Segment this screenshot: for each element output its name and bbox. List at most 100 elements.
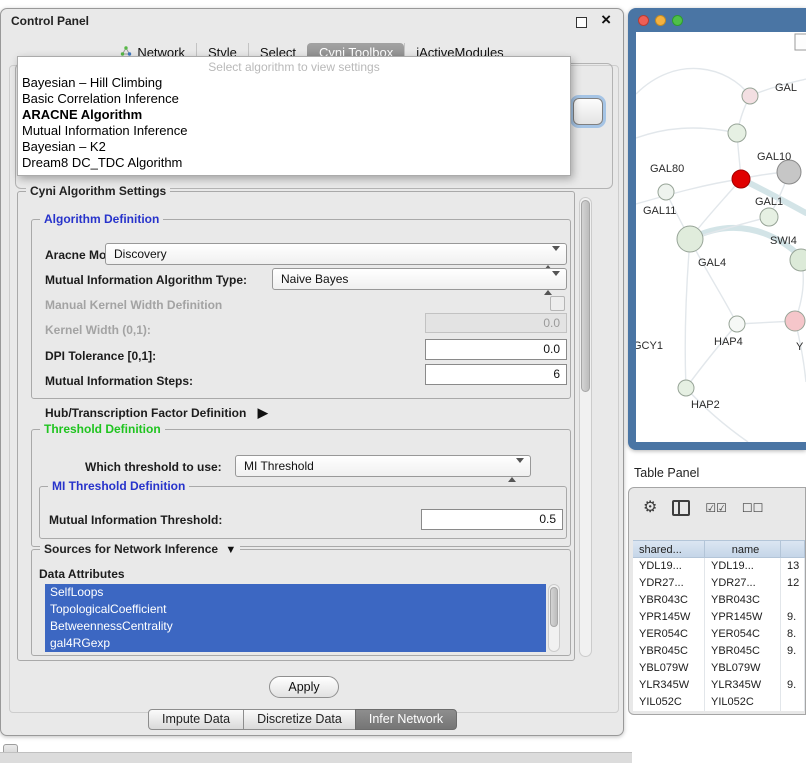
cell: YDL19... <box>633 558 705 575</box>
graph-node[interactable] <box>760 208 778 226</box>
dropdown-item[interactable]: Dream8 DC_TDC Algorithm <box>18 155 570 171</box>
which-threshold-select[interactable]: MI Threshold <box>235 455 531 477</box>
manual-kernel-checkbox <box>550 296 565 311</box>
close-traffic-light-icon[interactable] <box>638 15 649 26</box>
group-title: Algorithm Definition <box>40 212 163 226</box>
hub-section-label: Hub/Transcription Factor Definition <box>45 406 246 420</box>
attributes-scrollbar[interactable] <box>548 584 560 652</box>
settings-scrollbar-thumb[interactable] <box>581 200 590 392</box>
zoom-traffic-light-icon[interactable] <box>672 15 683 26</box>
combo-arrows-icon <box>544 248 560 268</box>
attribute-item-selected[interactable]: SelfLoops <box>45 584 546 601</box>
cell <box>781 660 805 677</box>
attribute-item-selected[interactable]: TopologicalCoefficient <box>45 601 546 618</box>
group-title: Threshold Definition <box>40 422 165 436</box>
attribute-item-selected[interactable]: gal4RGexp <box>45 635 546 652</box>
dpi-tolerance-label: DPI Tolerance [0,1]: <box>45 349 156 363</box>
control-panel-window: Control Panel × Network Style Select Cyn… <box>0 8 624 736</box>
dropdown-item[interactable]: Mutual Information Inference <box>18 123 570 139</box>
collapsed-arrow-icon: ▶ <box>258 405 268 420</box>
cell: YIL052C <box>633 694 705 711</box>
node-label: HAP2 <box>691 399 720 411</box>
sources-group-title: Sources for Network Inference <box>44 542 218 556</box>
graph-node-highlighted[interactable] <box>732 170 750 188</box>
kernel-width-label: Kernel Width (0,1): <box>45 323 151 337</box>
aracne-mode-select[interactable]: Discovery <box>105 243 567 265</box>
graph-node[interactable] <box>742 88 758 104</box>
attribute-item-selected[interactable]: BetweennessCentrality <box>45 618 546 635</box>
table-row[interactable]: YIL052C YIL052C <box>633 694 805 711</box>
table-row[interactable]: YLR345W YLR345W 9. <box>633 677 805 694</box>
cell: YER054C <box>705 626 781 643</box>
node-label: GCY1 <box>636 340 663 352</box>
graph-node[interactable] <box>728 124 746 142</box>
network-canvas[interactable]: GAL GAL80 GAL10 GAL11 GAL1 SWI4 GAL4 GCY… <box>636 32 806 442</box>
canvas-corner-widget[interactable] <box>795 34 806 50</box>
cell <box>781 592 805 609</box>
mi-threshold-input[interactable]: 0.5 <box>421 509 563 530</box>
cell: 13 <box>781 558 805 575</box>
hub-section-toggle[interactable]: Hub/Transcription Factor Definition ▶ <box>45 406 268 420</box>
graph-node[interactable] <box>785 311 805 331</box>
table-row[interactable]: YPR145W YPR145W 9. <box>633 609 805 626</box>
close-window-icon[interactable]: × <box>601 10 611 30</box>
minimize-traffic-light-icon[interactable] <box>655 15 666 26</box>
window-title: Control Panel <box>11 14 89 28</box>
table-row[interactable]: YBR045C YBR045C 9. <box>633 643 805 660</box>
node-label: GAL11 <box>643 205 676 217</box>
graph-node[interactable] <box>658 184 674 200</box>
network-view-window: GAL GAL80 GAL10 GAL11 GAL1 SWI4 GAL4 GCY… <box>628 8 806 450</box>
cell: YBR043C <box>705 592 781 609</box>
node-label: GAL10 <box>757 151 791 163</box>
graph-node[interactable] <box>678 380 694 396</box>
settings-scrollbar[interactable] <box>579 197 592 657</box>
table-row[interactable]: YBL079W YBL079W <box>633 660 805 677</box>
status-strip <box>0 752 632 763</box>
tab-discretize-data[interactable]: Discretize Data <box>243 709 356 730</box>
table-row[interactable]: YER054C YER054C 8. <box>633 626 805 643</box>
deselect-all-icon[interactable]: ☐☐ <box>742 501 764 515</box>
table-row[interactable]: YDL19... YDL19... 13 <box>633 558 805 575</box>
focused-toolbar-button[interactable] <box>573 98 603 125</box>
dropdown-item-selected[interactable]: ARACNE Algorithm <box>18 107 570 123</box>
node-label: GAL1 <box>755 196 783 208</box>
group-title: MI Threshold Definition <box>48 479 189 493</box>
column-header[interactable]: name <box>705 540 781 558</box>
node-label: GAL4 <box>698 257 726 269</box>
mi-type-select[interactable]: Naive Bayes <box>272 268 567 290</box>
graph-node[interactable] <box>729 316 745 332</box>
column-header[interactable]: shared... <box>633 540 705 558</box>
cell: YBL079W <box>633 660 705 677</box>
tab-impute-data[interactable]: Impute Data <box>148 709 244 730</box>
cell: 9. <box>781 609 805 626</box>
table-row[interactable]: YDR27... YDR27... 12 <box>633 575 805 592</box>
table-row[interactable]: YBR043C YBR043C <box>633 592 805 609</box>
tab-infer-network[interactable]: Infer Network <box>355 709 457 730</box>
apply-button[interactable]: Apply <box>269 676 339 698</box>
columns-icon[interactable] <box>672 500 690 516</box>
graph-node-hub[interactable] <box>777 160 801 184</box>
cell: YPR145W <box>633 609 705 626</box>
sources-group-toggle[interactable]: Sources for Network Inference ▼ <box>40 542 240 556</box>
dpi-tolerance-input[interactable]: 0.0 <box>425 339 567 360</box>
bottom-tab-bar: Impute Data Discretize Data Infer Networ… <box>148 709 457 730</box>
graph-node[interactable] <box>677 226 703 252</box>
manual-kernel-label: Manual Kernel Width Definition <box>45 298 222 312</box>
dropdown-placeholder: Select algorithm to view settings <box>18 59 570 75</box>
cell: 8. <box>781 626 805 643</box>
dropdown-item[interactable]: Basic Correlation Inference <box>18 91 570 107</box>
attributes-scrollbar-thumb[interactable] <box>550 587 558 627</box>
mi-type-label: Mutual Information Algorithm Type: <box>45 273 247 287</box>
column-header[interactable] <box>781 540 805 558</box>
gear-icon[interactable]: ⚙ <box>643 499 657 517</box>
mi-steps-input[interactable]: 6 <box>425 364 567 385</box>
select-all-icon[interactable]: ☑☑ <box>705 501 727 515</box>
table-panel-title: Table Panel <box>634 466 699 480</box>
float-window-icon[interactable] <box>576 17 587 28</box>
dropdown-item[interactable]: Bayesian – K2 <box>18 139 570 155</box>
dropdown-item[interactable]: Bayesian – Hill Climbing <box>18 75 570 91</box>
cell: YBR043C <box>633 592 705 609</box>
cell: 9. <box>781 677 805 694</box>
cell: YDL19... <box>705 558 781 575</box>
cell: YBR045C <box>633 643 705 660</box>
